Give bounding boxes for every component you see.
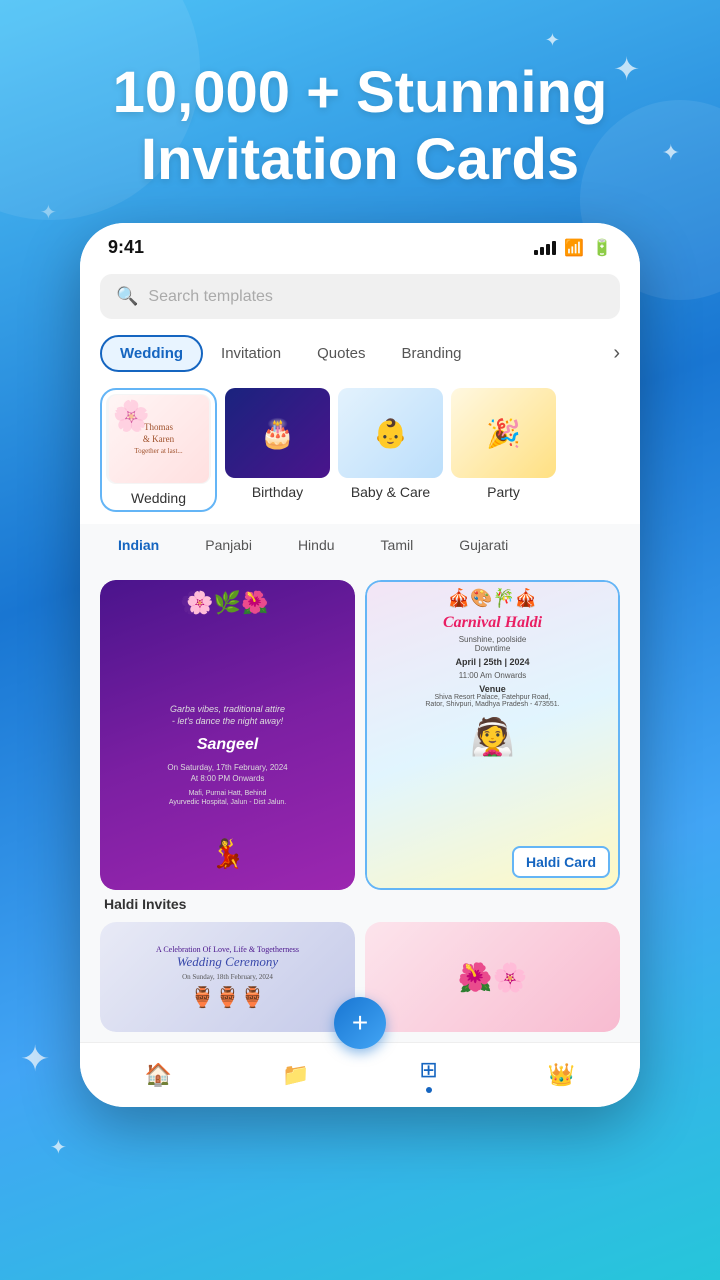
- category-label-wedding: Wedding: [131, 490, 186, 506]
- search-placeholder: Search templates: [148, 288, 273, 306]
- card-haldi-invites[interactable]: 🌸🌿🌺 Garba vibes, traditional attire- let…: [100, 580, 355, 912]
- card-pink[interactable]: 🌺🌸: [365, 922, 620, 1032]
- filter-hindu[interactable]: Hindu: [280, 530, 353, 560]
- fab-icon: +: [352, 1007, 368, 1039]
- nav-home[interactable]: 🏠: [145, 1062, 172, 1088]
- tab-quotes[interactable]: Quotes: [299, 337, 383, 370]
- home-icon: 🏠: [145, 1062, 172, 1088]
- categories-row: Thomas& KarenTogether at last... Wedding…: [80, 380, 640, 524]
- fab-button[interactable]: +: [334, 997, 386, 1049]
- category-birthday[interactable]: 🎂 Birthday: [225, 388, 330, 512]
- content-grid: 🌸🌿🌺 Garba vibes, traditional attire- let…: [80, 570, 640, 922]
- grid-icon: ⊞: [419, 1057, 437, 1083]
- haldi-left-image: 🌸🌿🌺 Garba vibes, traditional attire- let…: [100, 580, 355, 890]
- tab-more-icon[interactable]: ›: [613, 342, 620, 365]
- category-label-birthday: Birthday: [252, 484, 303, 500]
- crown-icon: 👑: [548, 1062, 575, 1088]
- tab-wedding[interactable]: Wedding: [100, 335, 203, 372]
- status-time: 9:41: [108, 237, 144, 258]
- hero-section: 10,000 + Stunning Invitation Cards: [0, 0, 720, 223]
- tab-branding[interactable]: Branding: [383, 337, 479, 370]
- nav-folder[interactable]: 📁: [282, 1062, 309, 1088]
- status-bar: 9:41 📶 🔋: [80, 223, 640, 266]
- card-haldi-card[interactable]: 🎪🎨🎋🎪 Carnival Haldi Sunshine, poolsideDo…: [365, 580, 620, 912]
- search-icon: 🔍: [116, 286, 138, 307]
- filter-tamil[interactable]: Tamil: [363, 530, 432, 560]
- signal-icon: [534, 241, 556, 255]
- filter-chips: Indian Panjabi Hindu Tamil Gujarati: [80, 524, 640, 570]
- filter-gujarati[interactable]: Gujarati: [441, 530, 526, 560]
- status-icons: 📶 🔋: [534, 238, 612, 258]
- tab-bar: Wedding Invitation Quotes Branding ›: [80, 331, 640, 380]
- category-party[interactable]: 🎉 Party: [451, 388, 556, 512]
- tab-invitation[interactable]: Invitation: [203, 337, 299, 370]
- category-label-party: Party: [487, 484, 520, 500]
- haldi-right-image: 🎪🎨🎋🎪 Carnival Haldi Sunshine, poolsideDo…: [365, 580, 620, 890]
- filter-indian[interactable]: Indian: [100, 530, 177, 560]
- search-bar[interactable]: 🔍 Search templates: [100, 274, 620, 319]
- battery-icon: 🔋: [592, 238, 612, 258]
- card-title-haldi-invites: Haldi Invites: [100, 896, 355, 912]
- sparkle-icon: ✦: [50, 1135, 67, 1160]
- sparkle-icon: ✦: [20, 1038, 50, 1080]
- card-wedding-ceremony[interactable]: A Celebration Of Love, Life & Togetherne…: [100, 922, 355, 1032]
- filter-panjabi[interactable]: Panjabi: [187, 530, 270, 560]
- nav-crown[interactable]: 👑: [548, 1062, 575, 1088]
- nav-grid[interactable]: ⊞: [419, 1057, 437, 1093]
- folder-icon: 📁: [282, 1062, 309, 1088]
- wifi-icon: 📶: [564, 238, 584, 258]
- category-label-baby: Baby & Care: [351, 484, 430, 500]
- haldi-card-tag: Haldi Card: [512, 846, 610, 878]
- category-wedding[interactable]: Thomas& KarenTogether at last... Wedding: [100, 388, 217, 512]
- hero-title-line1: 10,000 + Stunning: [113, 60, 608, 125]
- phone-mockup: 9:41 📶 🔋 🔍 Search templates Wedding Invi…: [80, 223, 640, 1107]
- wedding-ceremony-image: A Celebration Of Love, Life & Togetherne…: [100, 922, 355, 1032]
- pink-card-image: 🌺🌸: [365, 922, 620, 1032]
- bottom-nav: 🏠 📁 ⊞ 👑: [80, 1042, 640, 1107]
- search-container: 🔍 Search templates: [80, 266, 640, 331]
- active-indicator: [426, 1087, 432, 1093]
- hero-title-line2: Invitation Cards: [141, 127, 579, 192]
- category-baby-care[interactable]: 👶 Baby & Care: [338, 388, 443, 512]
